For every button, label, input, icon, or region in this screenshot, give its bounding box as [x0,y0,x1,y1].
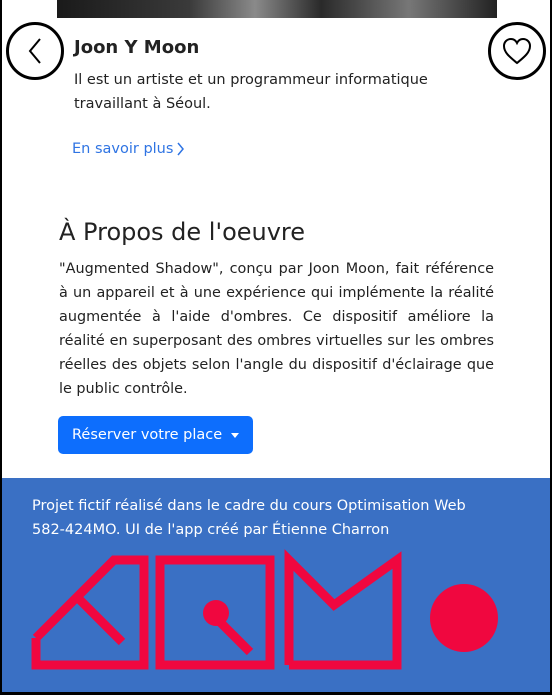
back-button[interactable] [6,22,64,80]
artwork-description: "Augmented Shadow", conçu par Joon Moon,… [59,261,494,397]
learn-more-link[interactable]: En savoir plus [72,141,185,157]
favorite-button[interactable] [488,22,546,80]
artwork-image [57,0,497,18]
footer: Projet fictif réalisé dans le cadre du c… [2,478,550,692]
learn-more-label: En savoir plus [72,141,174,157]
reserve-label: Réserver votre place [72,427,223,443]
artist-name: Joon Y Moon [74,37,200,58]
artist-description: Il est un artiste et un programmeur info… [74,72,428,112]
reserve-dropdown-button[interactable]: Réserver votre place [58,416,254,454]
app-frame: Joon Y Moon Il est un artiste et un prog… [2,0,550,692]
section-title: À Propos de l'oeuvre [59,218,306,246]
chevron-left-icon [28,38,41,64]
footer-credits: Projet fictif réalisé dans le cadre du c… [32,498,466,538]
caret-down-icon [231,432,240,438]
logo [31,549,498,670]
chevron-right-icon [177,142,185,156]
heart-icon [502,37,532,65]
